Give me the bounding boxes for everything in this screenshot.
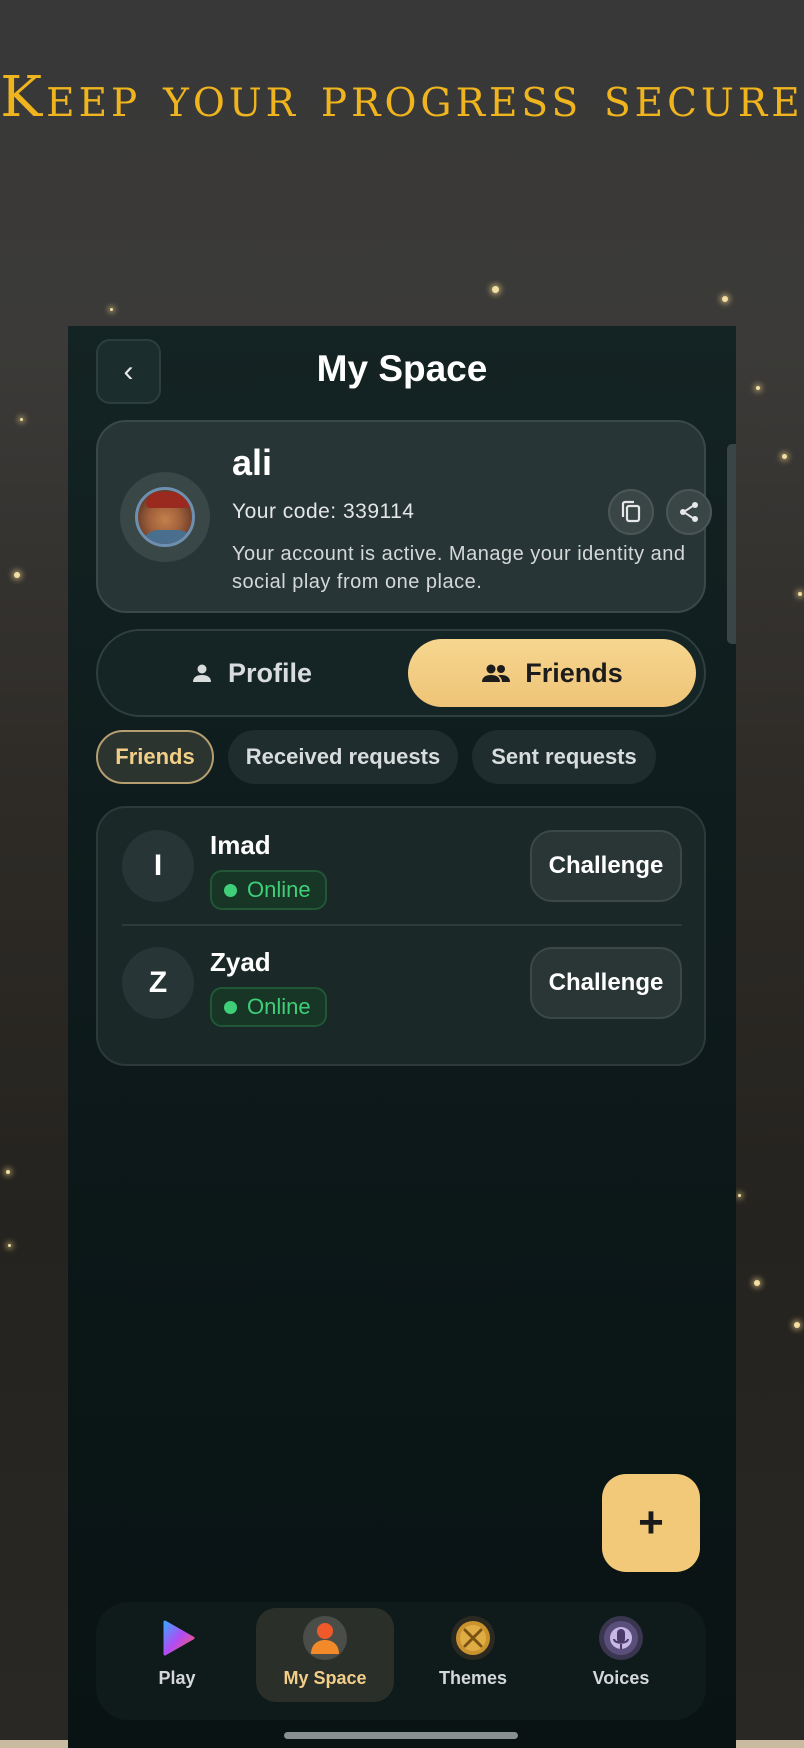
online-dot-icon [224, 1000, 237, 1014]
nav-themes[interactable]: Themes [404, 1608, 542, 1702]
nav-voices-label: Voices [592, 1668, 650, 1688]
share-icon [680, 502, 698, 522]
challenge-button[interactable]: Challenge [530, 830, 682, 902]
sparkle [8, 1244, 11, 1247]
tab-friends-label: Friends [525, 657, 623, 688]
nav-play[interactable]: Play [108, 1608, 246, 1702]
nav-play-label: Play [158, 1668, 196, 1688]
chip-sent-requests[interactable]: Sent requests [472, 730, 656, 784]
nav-my-space[interactable]: My Space [256, 1608, 394, 1702]
status-label: Online [247, 994, 311, 1019]
chip-received-requests-label: Received requests [245, 744, 441, 769]
share-button[interactable] [666, 489, 712, 535]
sparkle [722, 296, 728, 302]
sparkle [6, 1170, 10, 1174]
copy-code-button[interactable] [608, 489, 654, 535]
friend-avatar: Z [122, 947, 194, 1019]
nav-my-space-label: My Space [283, 1668, 367, 1688]
sparkle [782, 454, 787, 459]
friends-list: I Imad Online Challenge Z Zyad Online Ch… [96, 806, 706, 1066]
sparkle [492, 286, 499, 293]
chip-sent-requests-label: Sent requests [491, 744, 637, 769]
sparkle [756, 386, 760, 390]
challenge-button[interactable]: Challenge [530, 947, 682, 1019]
sparkle [110, 308, 113, 311]
friend-avatar: I [122, 830, 194, 902]
list-item: I Imad Online Challenge [98, 808, 708, 926]
sparkle [738, 1194, 741, 1197]
sparkle [754, 1280, 760, 1286]
tab-profile-label: Profile [227, 657, 313, 688]
home-indicator[interactable] [284, 1732, 518, 1739]
online-dot-icon [224, 883, 237, 897]
avatar[interactable] [120, 472, 210, 562]
friend-name: Zyad [210, 947, 271, 977]
page-title: My Space [316, 348, 488, 389]
app-screen: ‹ My Space ali Your code: 339114 Your ac… [68, 326, 736, 1748]
person-icon [192, 664, 211, 682]
friend-name: Imad [210, 830, 271, 860]
tab-friends[interactable]: Friends [408, 639, 696, 707]
scrollbar[interactable] [727, 444, 736, 644]
user-code: Your code: 339114 [232, 500, 415, 523]
person-icon [303, 1616, 347, 1660]
chip-received-requests[interactable]: Received requests [228, 730, 458, 784]
list-item: Z Zyad Online Challenge [98, 925, 708, 1042]
avatar-image [135, 487, 195, 547]
add-friend-button[interactable]: + [602, 1474, 700, 1572]
voices-icon [599, 1616, 643, 1660]
profile-friends-toggle: Profile Friends [96, 629, 706, 717]
chip-friends[interactable]: Friends [96, 730, 214, 784]
bottom-navigation: Play My Space Themes Voices [96, 1602, 706, 1720]
status-badge: Online [210, 870, 327, 910]
nav-voices[interactable]: Voices [552, 1608, 690, 1702]
group-icon [482, 664, 511, 682]
sparkle [798, 592, 802, 596]
tab-profile[interactable]: Profile [106, 639, 396, 707]
play-icon [155, 1616, 199, 1660]
chip-friends-label: Friends [115, 744, 195, 769]
status-badge: Online [210, 987, 327, 1027]
status-label: Online [247, 877, 311, 902]
themes-icon [451, 1616, 495, 1660]
sparkle [794, 1322, 800, 1328]
account-status-text: Your account is active. Manage your iden… [232, 543, 686, 593]
sparkle [20, 418, 23, 421]
sparkle [14, 572, 20, 578]
headline: Keep your progress secure [0, 65, 804, 130]
user-name: ali [232, 442, 273, 483]
profile-card: ali Your code: 339114 Your account is ac… [96, 420, 712, 613]
copy-icon [621, 500, 641, 523]
nav-themes-label: Themes [438, 1668, 508, 1688]
